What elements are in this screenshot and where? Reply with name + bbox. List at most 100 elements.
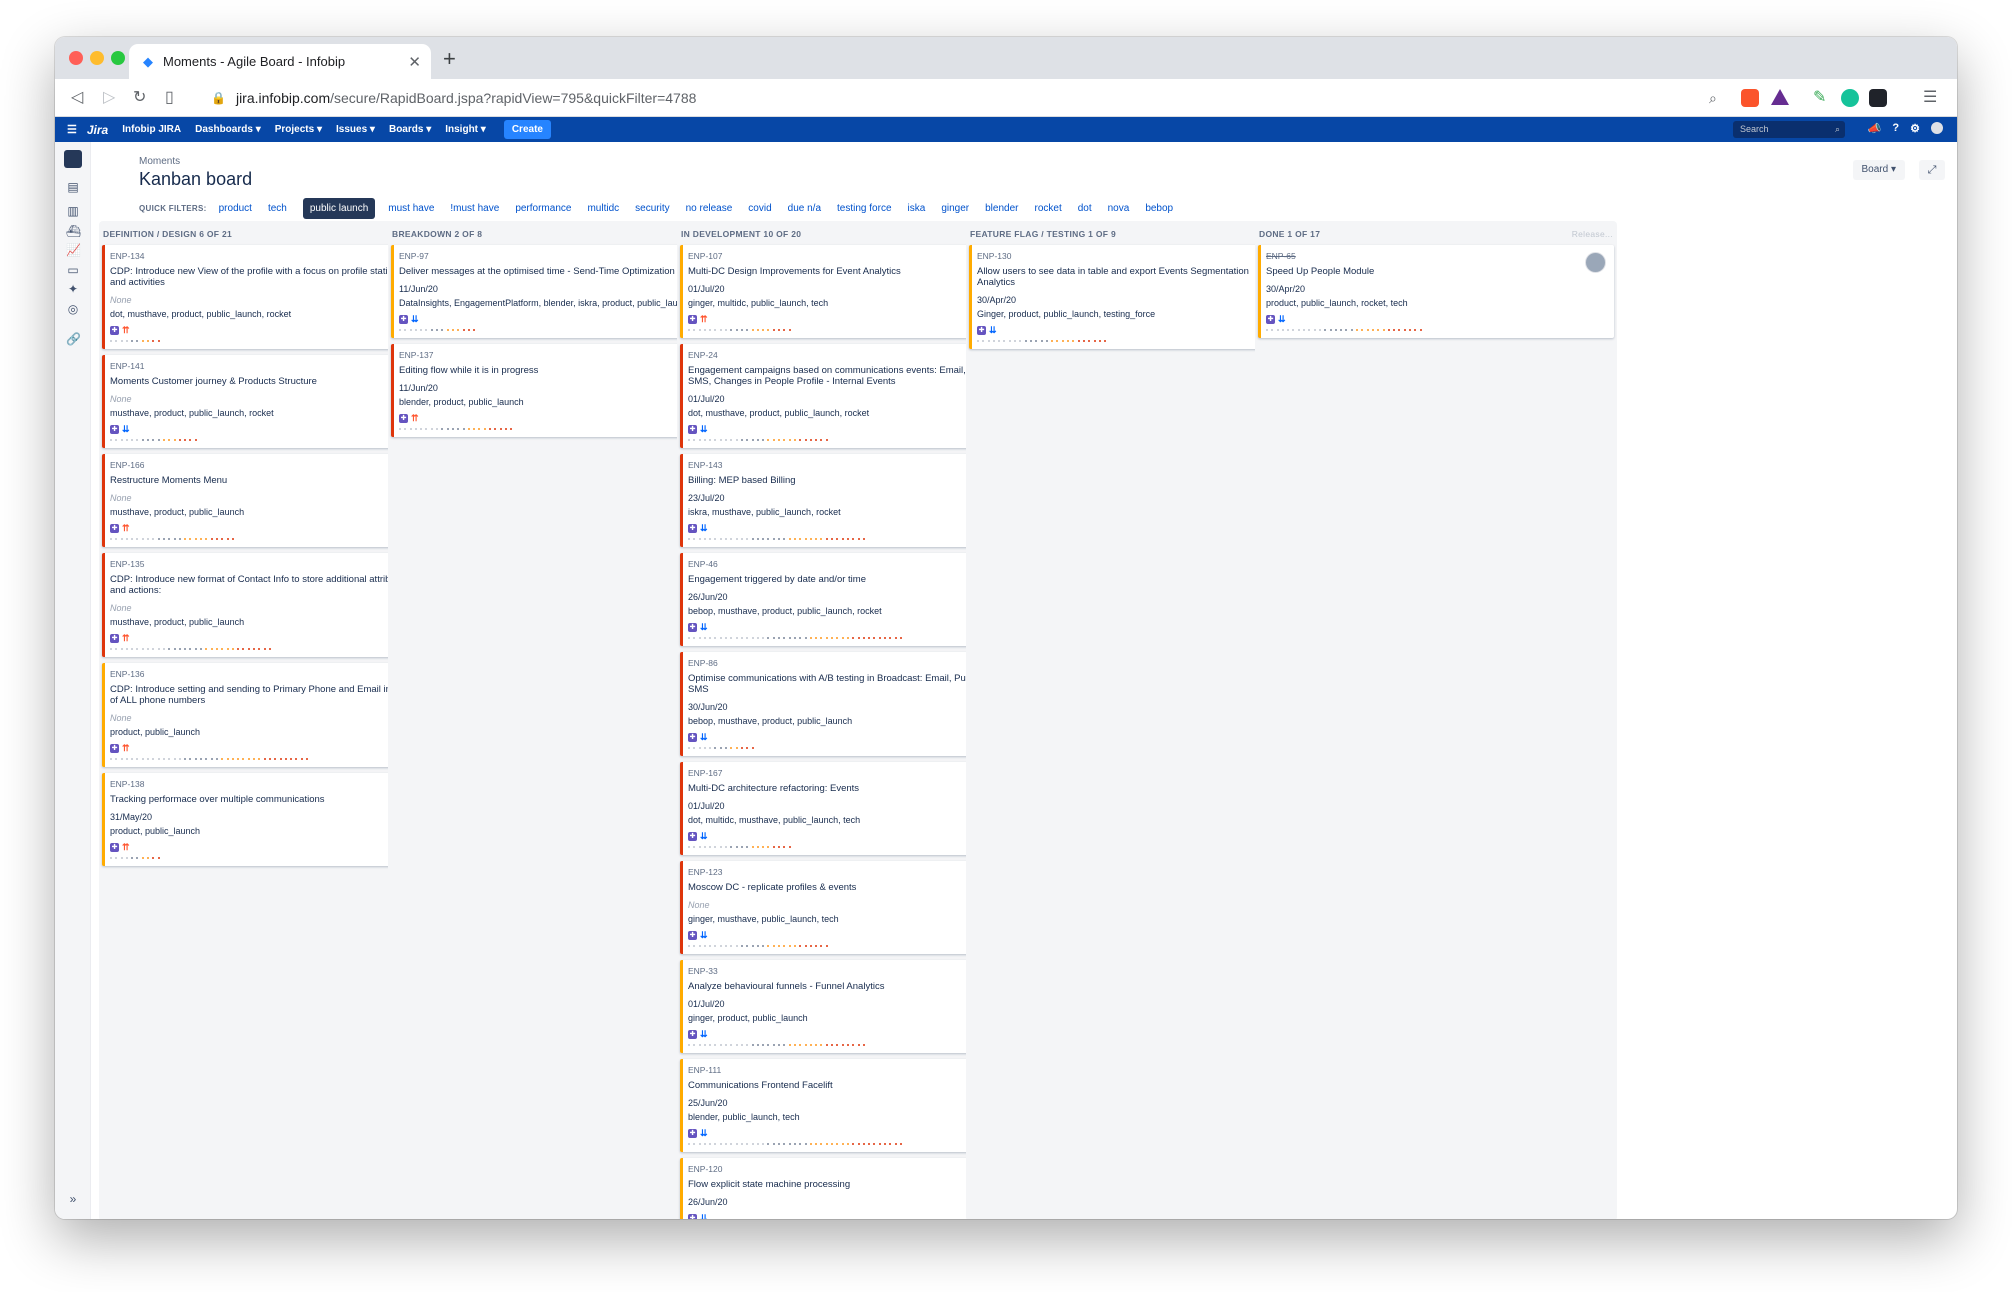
nav-issues[interactable]: Issues ▾ xyxy=(336,124,375,135)
issue-key[interactable]: ENP-107 xyxy=(688,251,1000,261)
lock-icon: 🔒 xyxy=(211,91,226,105)
back-icon[interactable]: ◁ xyxy=(71,88,83,108)
issue-key[interactable]: ENP-137 xyxy=(399,350,711,360)
quick-filter-dot[interactable]: dot xyxy=(1078,200,1092,217)
issue-key[interactable]: ENP-65 xyxy=(1266,251,1578,261)
issue-key[interactable]: ENP-138 xyxy=(110,779,422,789)
brave-rewards-icon[interactable] xyxy=(1771,89,1789,105)
quick-filter-blender[interactable]: blender xyxy=(985,200,1018,217)
priority-low-icon: ⇊ xyxy=(1278,313,1286,324)
story-type-icon: ✚ xyxy=(110,325,119,335)
issue-key[interactable]: ENP-123 xyxy=(688,867,1000,877)
quick-filter-product[interactable]: product xyxy=(219,200,252,217)
minimize-window-button[interactable] xyxy=(90,51,104,65)
issue-summary: Analyze behavioural funnels - Funnel Ana… xyxy=(688,981,885,992)
days-in-column-dots xyxy=(688,1143,1000,1146)
nav-projects[interactable]: Projects ▾ xyxy=(275,124,322,135)
issue-key[interactable]: ENP-24 xyxy=(688,350,1000,360)
issue-key[interactable]: ENP-130 xyxy=(977,251,1289,261)
nav-dashboards[interactable]: Dashboards ▾ xyxy=(195,124,261,135)
backlog-icon[interactable]: ▤ xyxy=(66,180,80,194)
link-icon[interactable]: 🔗 xyxy=(66,332,81,346)
breadcrumb[interactable]: Moments xyxy=(139,156,180,167)
quick-filter-ginger[interactable]: ginger xyxy=(941,200,969,217)
board-menu-button[interactable]: Board ▾ xyxy=(1852,160,1905,180)
issue-key[interactable]: ENP-143 xyxy=(688,460,1000,470)
expand-sidebar-icon[interactable]: » xyxy=(66,1192,80,1206)
quick-filter-multidc[interactable]: multidc xyxy=(587,200,619,217)
issue-card[interactable]: ENP-65 Speed Up People Module 30/Apr/20 pro… xyxy=(1258,245,1614,338)
browser-tab[interactable]: ◆ Moments - Agile Board - Infobip ✕ xyxy=(129,44,431,79)
issue-key[interactable]: ENP-46 xyxy=(688,559,1000,569)
site-name[interactable]: Infobip JIRA xyxy=(122,124,181,135)
maximize-window-button[interactable] xyxy=(111,51,125,65)
issue-key[interactable]: ENP-33 xyxy=(688,966,1000,976)
quick-filter-security[interactable]: security xyxy=(635,200,669,217)
issue-summary: Optimise communications with A/B testing… xyxy=(688,673,995,695)
releases-icon[interactable]: ⛴ xyxy=(66,224,81,238)
issue-key[interactable]: ENP-134 xyxy=(110,251,422,261)
issue-key[interactable]: ENP-111 xyxy=(688,1065,1000,1075)
issues-icon[interactable]: ▭ xyxy=(66,263,80,277)
story-type-icon: ✚ xyxy=(688,930,697,940)
reload-icon[interactable]: ↻ xyxy=(133,88,146,108)
quick-filter-iska[interactable]: iska xyxy=(908,200,926,217)
notifications-icon[interactable]: 📣 xyxy=(1868,122,1882,135)
forward-icon[interactable]: ▷ xyxy=(103,88,115,108)
issue-summary: Moscow DC - replicate profiles & events xyxy=(688,882,857,893)
address-bar[interactable]: 🔒 jira.infobip.com/secure/RapidBoard.jsp… xyxy=(195,84,1789,112)
grammarly-icon[interactable] xyxy=(1841,89,1859,107)
issue-key[interactable]: ENP-166 xyxy=(110,460,422,470)
settings-icon[interactable]: ◎ xyxy=(66,302,80,316)
issue-key[interactable]: ENP-86 xyxy=(688,658,1000,668)
due-date: None xyxy=(688,900,710,910)
project-avatar[interactable] xyxy=(64,150,82,168)
board-icon[interactable]: ▥ xyxy=(66,204,80,218)
issue-key[interactable]: ENP-167 xyxy=(688,768,1000,778)
help-icon[interactable]: ? xyxy=(1892,122,1899,135)
nav-boards[interactable]: Boards ▾ xyxy=(389,124,431,135)
quick-filter-must-have[interactable]: must have xyxy=(388,200,434,217)
quick-filter-testing-force[interactable]: testing force xyxy=(837,200,891,217)
issue-key[interactable]: ENP-141 xyxy=(110,361,422,371)
priority-high-icon: ⇈ xyxy=(122,522,130,533)
zoom-icon[interactable]: ⌕ xyxy=(1709,88,1717,108)
quick-filter-bebop[interactable]: bebop xyxy=(1145,200,1173,217)
quick-filter-public-launch[interactable]: public launch xyxy=(302,197,376,219)
create-button[interactable]: Create xyxy=(503,120,551,139)
jira-logo[interactable]: Jira xyxy=(87,123,108,137)
expand-icon[interactable]: ⤢ xyxy=(1919,160,1945,180)
components-icon[interactable]: ✦ xyxy=(66,282,80,296)
issue-key[interactable]: ENP-135 xyxy=(110,559,422,569)
react-devtools-icon[interactable] xyxy=(1869,89,1887,107)
close-window-button[interactable] xyxy=(69,51,83,65)
quick-filter--must-have[interactable]: !must have xyxy=(450,200,499,217)
pen-extension-icon[interactable]: ✎ xyxy=(1813,88,1826,108)
quick-filter-covid[interactable]: covid xyxy=(748,200,771,217)
new-tab-button[interactable]: + xyxy=(443,46,456,72)
release-link[interactable]: Release... xyxy=(1572,229,1613,239)
search-input[interactable]: Search ⌕ xyxy=(1733,121,1845,138)
issue-key[interactable]: ENP-136 xyxy=(110,669,422,679)
app-switcher-icon[interactable]: ☰ xyxy=(67,123,77,136)
priority-low-icon: ⇊ xyxy=(700,621,708,632)
avatar[interactable] xyxy=(1931,122,1943,134)
quick-filter-no-release[interactable]: no release xyxy=(686,200,733,217)
quick-filter-rocket[interactable]: rocket xyxy=(1034,200,1061,217)
brave-shields-icon[interactable] xyxy=(1741,89,1759,107)
nav-insight[interactable]: Insight ▾ xyxy=(445,124,486,135)
gear-icon[interactable]: ⚙ xyxy=(1910,122,1920,135)
reports-icon[interactable]: 📈 xyxy=(66,243,81,257)
quick-filter-tech[interactable]: tech xyxy=(268,200,287,217)
quick-filter-performance[interactable]: performance xyxy=(515,200,571,217)
quick-filter-nova[interactable]: nova xyxy=(1108,200,1130,217)
issue-key[interactable]: ENP-97 xyxy=(399,251,711,261)
issue-key[interactable]: ENP-120 xyxy=(688,1164,1000,1174)
assignee-avatar[interactable] xyxy=(1585,252,1606,273)
menu-icon[interactable]: ☰ xyxy=(1923,88,1937,108)
bookmark-icon[interactable]: ▯ xyxy=(165,88,174,108)
story-type-icon: ✚ xyxy=(688,622,697,632)
issue-labels: Ginger, product, public_launch, testing_… xyxy=(977,309,1156,319)
close-tab-icon[interactable]: ✕ xyxy=(408,53,421,71)
quick-filter-due-n-a[interactable]: due n/a xyxy=(788,200,821,217)
